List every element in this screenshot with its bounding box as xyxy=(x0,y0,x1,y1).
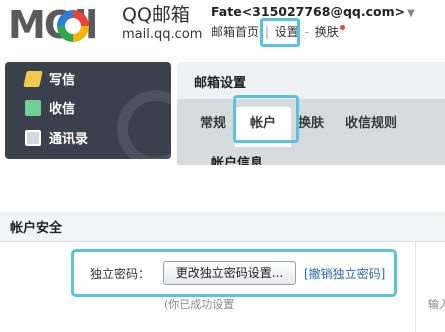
sidebar-item-inbox[interactable]: 收信 xyxy=(25,100,75,120)
chevron-down-icon[interactable]: ▼ xyxy=(407,8,415,19)
top-screenshot-panel: MOil QQ邮箱 mail.qq.com Fate<315027768@qq.… xyxy=(0,0,445,165)
section-header: 帐户安全 xyxy=(0,212,445,242)
sidebar-item-compose[interactable]: 写信 xyxy=(23,71,76,91)
brand-url: mail.qq.com xyxy=(122,27,203,42)
bottom-screenshot-panel: 帐户安全 独立密码： 更改独立密码设置... [撤销独立密码] (你已成功设置 … xyxy=(0,212,445,332)
download-icon xyxy=(25,100,41,116)
left-sidebar: 写信 收信 通讯录 xyxy=(5,62,171,159)
notice-dot-icon xyxy=(339,25,345,30)
change-password-button[interactable]: 更改独立密码设置... xyxy=(163,261,296,285)
pencil-icon xyxy=(23,71,43,87)
independent-password-row: 独立密码： 更改独立密码设置... [撤销独立密码] xyxy=(71,249,397,297)
password-status-note: (你已成功设置 xyxy=(164,298,235,311)
tab-general[interactable]: 常规 xyxy=(200,115,226,133)
account-info-heading: 帐户信息 xyxy=(211,156,264,165)
link-dash: - xyxy=(304,25,309,39)
sidebar-item-label: 收信 xyxy=(49,102,76,117)
brand-name: QQ邮箱 xyxy=(122,4,190,26)
revoke-password-link[interactable]: [撤销独立密码] xyxy=(304,266,385,282)
settings-highlight-frame xyxy=(260,18,300,47)
truncated-right-text: 输入 xyxy=(428,298,445,311)
logo-ring-icon xyxy=(57,10,89,42)
user-email: Fate<315027768@qq.com> xyxy=(211,4,406,19)
user-account-menu[interactable]: Fate<315027768@qq.com> ▼ xyxy=(211,4,415,22)
qq-mail-logo[interactable]: MOil xyxy=(8,2,118,50)
at-sign-watermark-icon xyxy=(117,90,171,159)
sidebar-item-contacts[interactable]: 通讯录 xyxy=(25,130,88,150)
contact-card-icon xyxy=(25,130,41,146)
page-title: 邮箱设置 xyxy=(194,76,247,91)
sidebar-item-label: 写信 xyxy=(49,73,76,88)
mail-home-link[interactable]: 邮箱首页 xyxy=(211,25,259,39)
password-label: 独立密码： xyxy=(90,267,151,281)
account-tab-highlight-frame xyxy=(233,95,299,143)
settings-panel: 邮箱设置 常规 帐户 换肤 收信规则 帐户信息 xyxy=(177,62,445,165)
account-security-title: 帐户安全 xyxy=(10,221,63,236)
column-divider xyxy=(415,242,416,332)
tab-skin[interactable]: 换肤 xyxy=(298,115,324,133)
sidebar-item-label: 通讯录 xyxy=(49,132,89,147)
skin-link[interactable]: 换肤 xyxy=(315,25,339,39)
tab-mail-rules[interactable]: 收信规则 xyxy=(345,115,397,133)
